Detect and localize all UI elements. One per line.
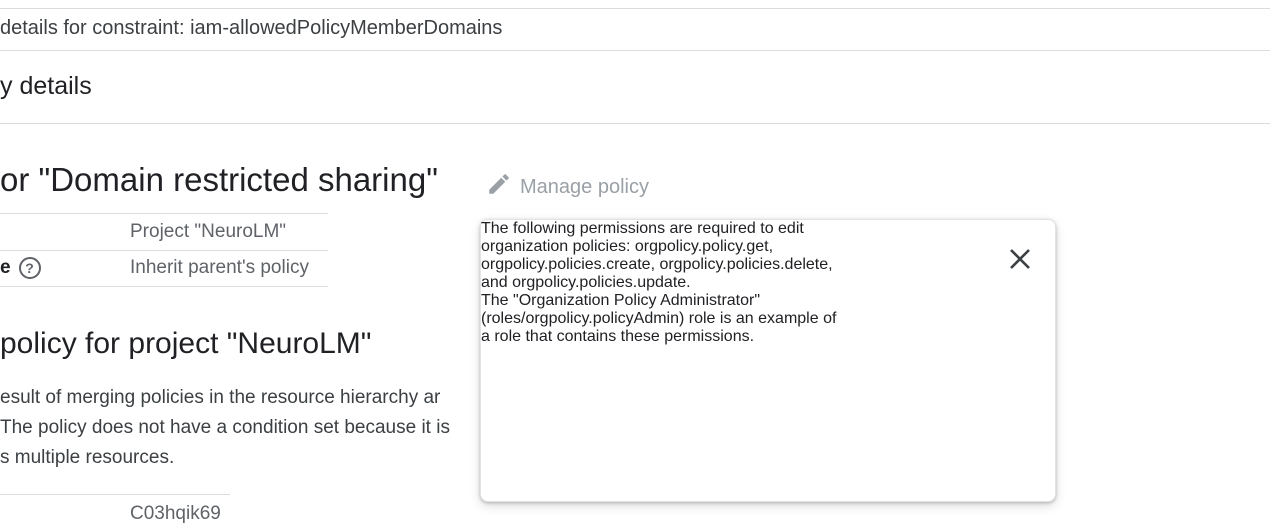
close-icon[interactable] [1003,242,1037,276]
popup-line: orgpolicy.policies.create, orgpolicy.pol… [481,256,833,273]
section-divider [0,123,1270,124]
description-line: s multiple resources. [0,447,175,468]
popup-line: The following permissions are required t… [481,220,804,237]
policy-row-value: Project "NeuroLM" [130,221,287,242]
description-line: The policy does not have a condition set… [0,417,450,438]
popup-line: a role that contains these permissions. [481,328,755,345]
help-icon[interactable]: ? [18,257,41,279]
customer-id-value: C03hqik69 [130,503,221,524]
permissions-popup: The following permissions are required t… [480,219,1056,502]
policy-row-key: e [0,257,11,278]
section-title: y details [0,72,92,100]
popup-line: The "Organization Policy Administrator" [481,292,761,309]
description-line: esult of merging policies in the resourc… [0,387,441,408]
policy-title: or "Domain restricted sharing" [0,161,438,198]
policy-row-applies-to: Project "NeuroLM" [0,213,328,251]
popup-line: organization policies: orgpolicy.policy.… [481,238,774,255]
manage-policy-button[interactable]: Manage policy [486,171,649,203]
effective-policy-title: policy for project "NeuroLM" [0,327,372,360]
manage-policy-label: Manage policy [520,175,649,198]
policy-row-value: Inherit parent's policy [130,257,309,278]
policy-row-source: e ? Inherit parent's policy [0,250,328,287]
popup-line: (roles/orgpolicy.policyAdmin) role is an… [481,310,837,327]
popup-line: and orgpolicy.policies.update. [481,274,691,291]
pencil-icon [486,171,512,203]
effective-policy-description: esult of merging policies in the resourc… [0,383,490,473]
breadcrumb-divider [0,50,1270,51]
top-divider [0,8,1270,9]
breadcrumb: details for constraint: iam-allowedPolic… [0,17,503,39]
